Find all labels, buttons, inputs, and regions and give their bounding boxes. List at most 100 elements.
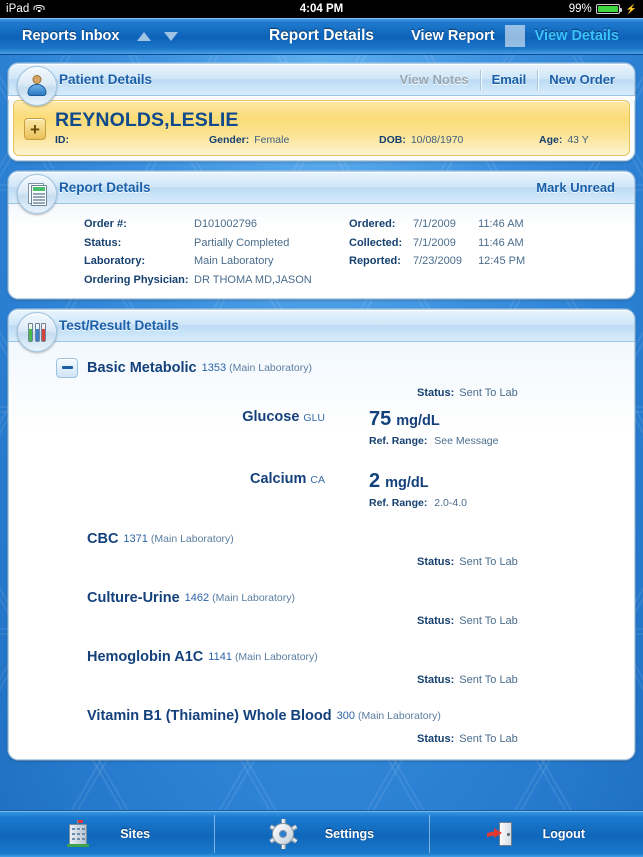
navigation-bar: Reports Inbox Report Details View Report…	[0, 18, 643, 55]
reports-inbox-back-button[interactable]: Reports Inbox	[22, 28, 119, 44]
laboratory-label: Laboratory:	[84, 255, 146, 267]
analyte-value: 2	[369, 469, 381, 492]
test-status-row: Status: Sent To Lab	[417, 667, 634, 686]
status-label: Status:	[417, 386, 455, 399]
test-header-row[interactable]: Hemoglobin A1C 1141 (Main Laboratory)	[9, 643, 634, 667]
status-value: Sent To Lab	[459, 732, 518, 745]
test-tubes-glyph	[25, 320, 49, 344]
ordered-row: Ordered: 7/1/2009 11:46 AM	[349, 218, 525, 230]
report-document-icon	[17, 174, 57, 214]
analyte-name: Calcium	[249, 470, 307, 487]
person-icon	[17, 66, 57, 106]
ref-range-label: Ref. Range:	[369, 496, 428, 509]
test-tubes-icon	[17, 311, 57, 352]
status-bar: iPad 4:04 PM 99% ⚡	[0, 0, 643, 18]
status-label: Status:	[417, 732, 455, 745]
report-details-header: Report Details Mark Unread	[8, 171, 635, 214]
lightning-bolt-icon: ⚡	[625, 3, 637, 14]
test-name: Vitamin B1 (Thiamine) Whole Blood	[87, 707, 332, 724]
report-details-panel: Report Details Mark Unread Order #: D101…	[8, 171, 635, 299]
analyte-abbreviation: CA	[310, 473, 325, 486]
test-lab: (Main Laboratory)	[234, 650, 318, 663]
test-lab: (Main Laboratory)	[150, 532, 234, 545]
gear-icon	[269, 819, 298, 849]
status-bar-clock: 4:04 PM	[299, 3, 344, 15]
test-group: Culture-Urine 1462 (Main Laboratory) Sta…	[9, 584, 634, 629]
report-details-body: Order #: D101002796 Status: Partially Co…	[8, 204, 635, 299]
test-status-row: Status: Sent To Lab	[417, 726, 634, 745]
status-value: Sent To Lab	[459, 386, 518, 399]
mark-unread-button[interactable]: Mark Unread	[525, 180, 626, 195]
test-header-row[interactable]: CBC 1371 (Main Laboratory)	[9, 525, 634, 549]
ordered-time: 11:46 AM	[478, 218, 524, 230]
analyte-ref-range-row: Ref. Range: 2.0-4.0	[369, 497, 634, 509]
test-name: Hemoglobin A1C	[87, 648, 204, 665]
test-group: Hemoglobin A1C 1141 (Main Laboratory) St…	[9, 643, 634, 688]
report-status-label: Status:	[84, 236, 122, 249]
status-value: Sent To Lab	[459, 673, 518, 686]
person-glyph	[25, 74, 49, 98]
battery-percent-label: 99%	[568, 3, 592, 15]
test-number: 1353	[201, 361, 227, 374]
triangle-up-icon[interactable]	[137, 31, 152, 41]
view-details-button[interactable]: View Details	[525, 28, 629, 44]
test-status-row: Status: Sent To Lab	[417, 608, 634, 627]
status-label: Status:	[417, 614, 455, 627]
test-lab: (Main Laboratory)	[229, 361, 312, 374]
tab-label-logout: Logout	[542, 827, 585, 841]
nav-left-group: Reports Inbox	[0, 28, 179, 44]
test-group: CBC 1371 (Main Laboratory) Status: Sent …	[9, 525, 634, 570]
ordering-physician-row: Ordering Physician: DR THOMA MD,JASON	[84, 274, 349, 286]
content-area: Patient Details View Notes Email New Ord…	[0, 55, 643, 857]
report-fields-right: Ordered: 7/1/2009 11:46 AM Collected: 7/…	[349, 218, 525, 286]
reported-label: Reported:	[349, 255, 401, 267]
logout-door-icon	[486, 820, 515, 848]
email-button[interactable]: Email	[481, 72, 538, 87]
nav-divider	[504, 25, 525, 47]
patient-name: REYNOLDS,LESLIE	[55, 109, 239, 132]
test-lab: (Main Laboratory)	[212, 591, 296, 604]
report-actions: Mark Unread	[525, 180, 634, 195]
plus-icon[interactable]: +	[24, 118, 46, 140]
tab-logout[interactable]: Logout	[428, 811, 643, 857]
reported-value: 7/23/2009 12:45 PM	[413, 255, 525, 267]
battery-icon	[595, 4, 622, 14]
triangle-down-icon[interactable]	[164, 31, 179, 41]
tab-sites[interactable]: Sites	[0, 811, 214, 857]
patient-id-field: ID:	[55, 134, 209, 146]
analyte-value-cell: 75 mg/dL Ref. Range: See Message	[369, 409, 634, 447]
reported-date: 7/23/2009	[413, 255, 462, 267]
test-number: 300	[336, 709, 355, 722]
patient-dob-value: 10/08/1970	[410, 133, 464, 146]
status-bar-left: iPad	[6, 3, 45, 15]
view-notes-button[interactable]: View Notes	[388, 72, 479, 87]
status-value: Sent To Lab	[459, 555, 518, 568]
patient-dob-field: DOB: 10/08/1970	[379, 134, 539, 146]
tab-settings[interactable]: Settings	[214, 811, 428, 857]
test-header-row[interactable]: Vitamin B1 (Thiamine) Whole Blood 300 (M…	[9, 702, 634, 726]
laboratory-row: Laboratory: Main Laboratory	[84, 255, 349, 267]
tab-label-settings: Settings	[324, 827, 375, 841]
minus-icon[interactable]	[56, 357, 78, 378]
analyte-value: 75	[369, 407, 392, 430]
collected-label: Collected:	[349, 236, 403, 249]
patient-dob-label: DOB:	[379, 133, 406, 146]
order-number-value: D101002796	[194, 218, 258, 230]
test-header-row[interactable]: Culture-Urine 1462 (Main Laboratory)	[9, 584, 634, 608]
ordering-physician-label: Ordering Physician:	[84, 273, 189, 286]
analyte-unit: mg/dL	[385, 474, 429, 491]
analyte-name-cell: Glucose GLU	[9, 409, 369, 425]
wifi-icon	[33, 4, 45, 14]
ordering-physician-value: DR THOMA MD,JASON	[194, 273, 312, 286]
status-label: Status:	[417, 555, 455, 568]
view-report-button[interactable]: View Report	[401, 28, 505, 44]
report-fields-left: Order #: D101002796 Status: Partially Co…	[9, 218, 349, 286]
patient-summary-row[interactable]: + REYNOLDS,LESLIE ID: Gender: Female DOB…	[13, 100, 630, 156]
new-order-button[interactable]: New Order	[538, 72, 626, 87]
test-name: CBC	[87, 530, 119, 547]
test-header-row[interactable]: Basic Metabolic 1353 (Main Laboratory)	[9, 352, 634, 380]
building-icon	[64, 820, 92, 848]
